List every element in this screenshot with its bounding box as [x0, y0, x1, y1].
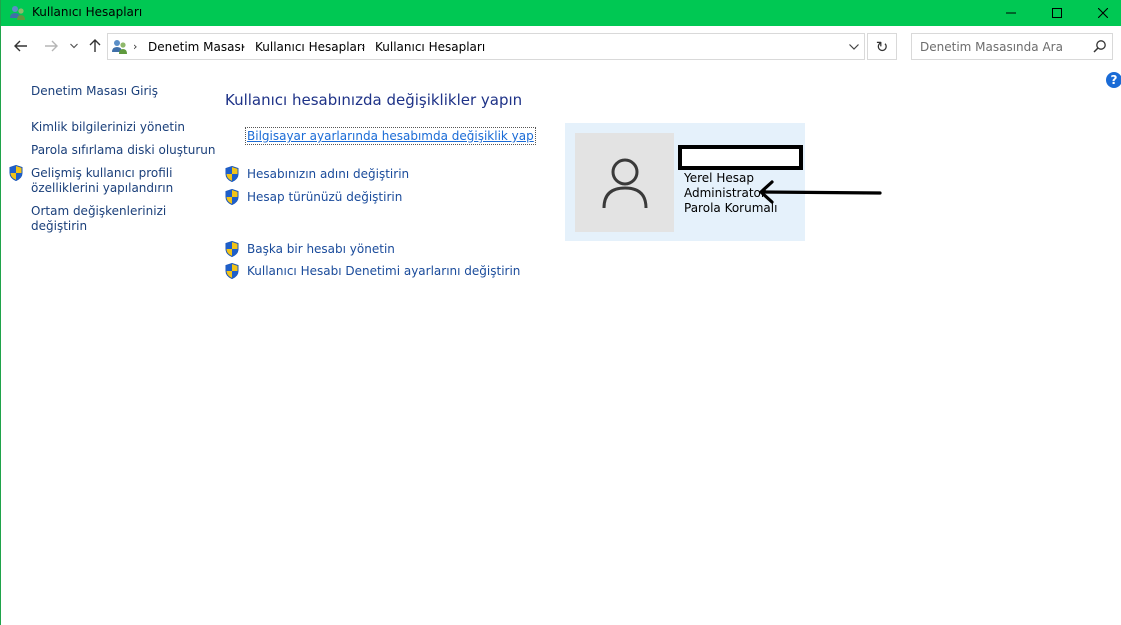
- sidebar-item-label: Gelişmiş kullanıcı profili: [31, 166, 173, 180]
- address-dropdown-button[interactable]: [842, 34, 865, 59]
- close-button[interactable]: [1080, 0, 1121, 26]
- avatar[interactable]: [575, 133, 674, 232]
- breadcrumb-separator-icon[interactable]: ›: [241, 40, 245, 53]
- uac-shield-icon: [225, 240, 239, 258]
- left-navigation-pane: Denetim Masası Giriş Kimlik bilgileriniz…: [1, 66, 215, 625]
- uac-shield-icon: [225, 262, 239, 280]
- breadcrumb-user-accounts-current[interactable]: Kullanıcı Hesapları: [375, 40, 485, 54]
- uac-shield-icon: [225, 188, 239, 206]
- user-avatar-icon: [602, 158, 647, 208]
- sidebar-item-control-panel-home[interactable]: Denetim Masası Giriş: [31, 84, 158, 99]
- sidebar-item-label: değiştirin: [31, 219, 88, 233]
- change-account-type-link[interactable]: Hesap türünüzü değiştirin: [247, 190, 402, 204]
- back-button[interactable]: [11, 37, 31, 55]
- sidebar-item-label: özelliklerini yapılandırın: [31, 181, 174, 195]
- minimize-button[interactable]: [988, 0, 1034, 26]
- sidebar-item-password-reset-disk[interactable]: Parola sıfırlama diski oluşturun: [31, 143, 215, 158]
- breadcrumb-control-panel[interactable]: Denetim Masası: [148, 40, 244, 54]
- breadcrumb-user-accounts[interactable]: Kullanıcı Hesapları: [255, 40, 365, 54]
- sidebar-item-manage-credentials[interactable]: Kimlik bilgilerinizi yönetin: [31, 120, 185, 135]
- search-input[interactable]: [912, 34, 1088, 59]
- window-title: Kullanıcı Hesapları: [32, 5, 143, 19]
- forward-button[interactable]: [41, 37, 61, 55]
- breadcrumb-separator-icon[interactable]: ›: [133, 40, 137, 53]
- change-account-name-link[interactable]: Hesabınızın adını değiştirin: [247, 167, 409, 181]
- refresh-icon: ↻: [875, 37, 889, 56]
- annotation-arrow-icon: [759, 180, 882, 204]
- redacted-username-box: [678, 145, 803, 170]
- uac-shield-icon: [225, 165, 239, 183]
- page-title: Kullanıcı hesabınızda değişiklikler yapı…: [225, 91, 523, 109]
- uac-shield-icon: [9, 164, 23, 182]
- search-icon[interactable]: [1092, 39, 1108, 55]
- up-arrow-icon: [89, 39, 101, 52]
- refresh-button[interactable]: ↻: [867, 33, 897, 60]
- help-icon: ?: [1110, 73, 1118, 87]
- maximize-button[interactable]: [1034, 0, 1080, 26]
- account-type-label: Yerel Hesap: [684, 171, 754, 185]
- search-box[interactable]: [911, 33, 1113, 60]
- chevron-down-icon: [848, 43, 859, 50]
- help-button[interactable]: ?: [1106, 72, 1121, 88]
- sidebar-item-advanced-profile[interactable]: Gelişmiş kullanıcı profili özelliklerini…: [31, 166, 173, 196]
- chevron-down-icon: [70, 43, 78, 49]
- back-arrow-icon: [14, 40, 27, 52]
- pc-settings-link[interactable]: Bilgisayar ayarlarında hesabımda değişik…: [245, 127, 536, 145]
- up-button[interactable]: [86, 37, 104, 55]
- control-panel-icon: [111, 38, 129, 56]
- address-bar[interactable]: › Denetim Masası › Kullanıcı Hesapları ›…: [107, 33, 865, 60]
- navigation-bar: › Denetim Masası › Kullanıcı Hesapları ›…: [1, 26, 1121, 66]
- breadcrumb-separator-icon[interactable]: ›: [361, 40, 365, 53]
- title-bar[interactable]: Kullanıcı Hesapları: [1, 0, 1121, 26]
- sidebar-item-label: Ortam değişkenlerinizi: [31, 204, 167, 218]
- recent-locations-button[interactable]: [67, 37, 81, 55]
- sidebar-item-environment-variables[interactable]: Ortam değişkenlerinizi değiştirin: [31, 204, 166, 234]
- manage-another-account-link[interactable]: Başka bir hesabı yönetin: [247, 242, 395, 256]
- forward-arrow-icon: [45, 40, 58, 52]
- uac-settings-link[interactable]: Kullanıcı Hesabı Denetimi ayarlarını değ…: [247, 264, 520, 278]
- control-panel-window: Kullanıcı Hesapları › Denetim Masası › K…: [0, 0, 1121, 625]
- user-accounts-icon: [9, 4, 27, 22]
- account-role-label: Administrator: [684, 186, 766, 200]
